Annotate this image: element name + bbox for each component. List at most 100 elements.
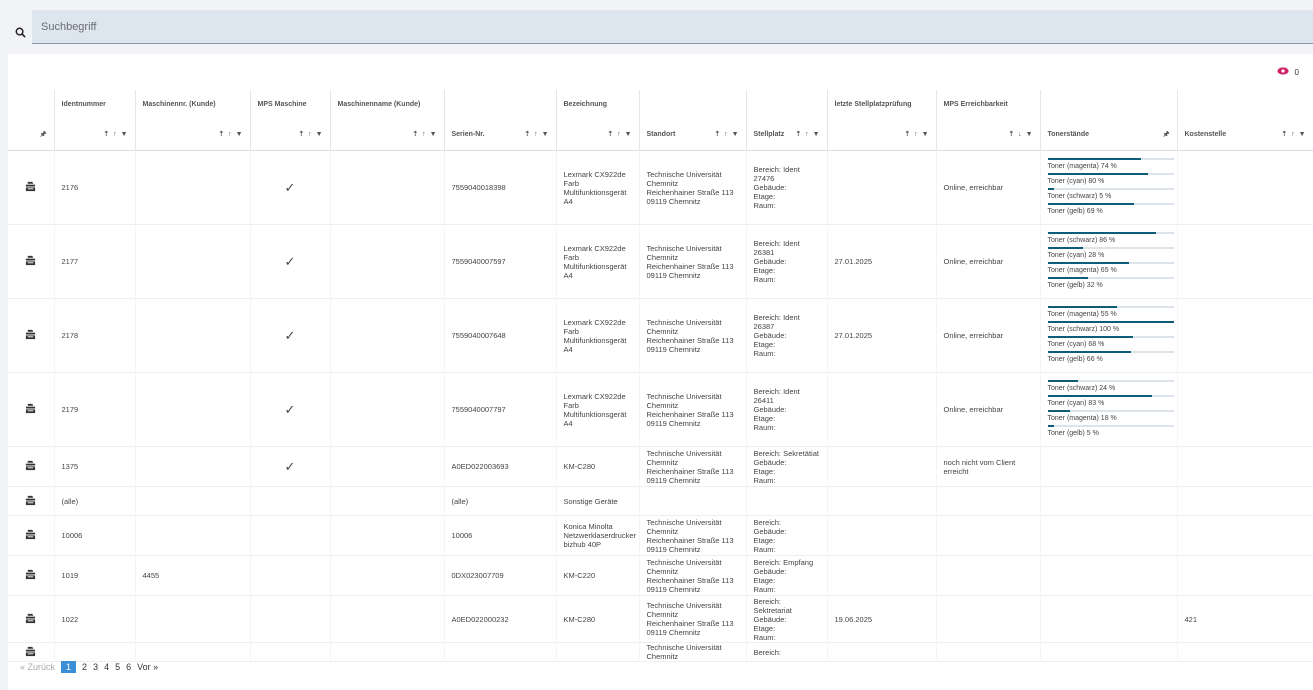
- sort-filter-icon[interactable]: ⇡ ↑ ▼: [1281, 130, 1306, 138]
- pager-page[interactable]: 1: [61, 661, 77, 673]
- col-mname[interactable]: Maschinenname (Kunde) ⇡ ↑ ▼: [330, 90, 445, 151]
- col-lastcheck[interactable]: letzte Stellplatzprüfung ⇡ ↑ ▼: [827, 90, 937, 151]
- col-kst[interactable]: Kostenstelle ⇡ ↑ ▼: [1177, 90, 1313, 151]
- toner-label: Toner (gelb) 69 %: [1047, 207, 1103, 215]
- printer-icon[interactable]: [8, 555, 55, 596]
- toner-label: Toner (schwarz) 5 %: [1047, 192, 1112, 200]
- mname-cell: [330, 446, 445, 487]
- printer-icon[interactable]: [8, 595, 55, 643]
- eye-icon[interactable]: [1276, 67, 1289, 77]
- table-row[interactable]: 2178 ✓ 7559040007648 Lexmark CX922de Farb M…: [8, 298, 1313, 373]
- pager-page[interactable]: 3: [93, 662, 98, 672]
- printer-icon[interactable]: [8, 446, 55, 487]
- sort-filter-icon[interactable]: ⇡ ↑ ▼: [298, 130, 323, 138]
- pager-page[interactable]: 4: [104, 662, 109, 672]
- toner-bar-fill: [1047, 379, 1078, 382]
- pager-page[interactable]: 2: [82, 662, 87, 672]
- printer-icon[interactable]: [8, 372, 55, 447]
- bez-cell: Lexmark CX922de Farb Multifunktionsgerät…: [556, 372, 640, 447]
- sort-filter-icon[interactable]: ⇡ ↑ ▼: [904, 130, 929, 138]
- ident-cell: 2178: [54, 298, 136, 373]
- sort-filter-icon[interactable]: ⇡ ↑ ▼: [714, 130, 739, 138]
- table-row[interactable]: 1022 A0ED022000232 KM-C280 Technische Unive…: [8, 595, 1313, 643]
- sort-filter-icon[interactable]: ⇡ ↑ ▼: [795, 130, 820, 138]
- col-ident[interactable]: Identnummer ⇡ ↑ ▼: [54, 90, 136, 151]
- col-standort[interactable]: Standort ⇡ ↑ ▼: [639, 90, 747, 151]
- printer-icon[interactable]: [8, 298, 55, 373]
- sort-filter-icon[interactable]: ⇡ ↑ ▼: [218, 130, 243, 138]
- toner-bar: [1047, 305, 1174, 308]
- sort-filter-icon[interactable]: ⇡ ↑ ▼: [103, 130, 128, 138]
- table-row[interactable]: 1019 4455 0DX023007709 KM-C220 Technische Un…: [8, 555, 1313, 596]
- toner-cell: Toner (schwarz) 86 % Toner (cyan) 28 % Ton…: [1040, 224, 1178, 299]
- table-row[interactable]: 2179 ✓ 7559040007797 Lexmark CX922de Farb M…: [8, 372, 1313, 447]
- kst-cell: [1177, 486, 1313, 516]
- toner-label: Toner (gelb) 32 %: [1047, 281, 1103, 289]
- printer-icon[interactable]: [8, 224, 55, 299]
- standort-cell: Technische Universität Chemnitz Reichenh…: [639, 515, 747, 556]
- toner-label: Toner (gelb) 66 %: [1047, 355, 1103, 363]
- table-row[interactable]: 2177 ✓ 7559040007597 Lexmark CX922de Farb M…: [8, 224, 1313, 299]
- toner-bar: [1047, 350, 1174, 353]
- col-bez[interactable]: Bezeichnung ⇡ ↑ ▼: [556, 90, 640, 151]
- reach-cell: [936, 642, 1041, 662]
- mname-cell: [330, 486, 445, 516]
- pin-icon[interactable]: 🖈: [1163, 130, 1170, 141]
- col-reach[interactable]: MPS Erreichbarkeit ⇡ ↓ ▼: [936, 90, 1041, 151]
- bez-cell: KM-C280: [556, 595, 640, 643]
- mname-cell: [330, 515, 445, 556]
- printer-icon[interactable]: [8, 642, 55, 662]
- sort-filter-icon[interactable]: ⇡ ↑ ▼: [412, 130, 437, 138]
- lastcheck-cell: [827, 372, 937, 447]
- kst-cell: [1177, 642, 1313, 662]
- col-pin: 🖈: [8, 90, 55, 151]
- toner-bar-fill: [1047, 394, 1153, 397]
- reach-cell: [936, 555, 1041, 596]
- table-row[interactable]: Technische Universität Chemnitz Bereich:: [8, 642, 1313, 662]
- table-row[interactable]: 10006 10006 Konica Minolta Netzwerklaserdr…: [8, 515, 1313, 556]
- col-serial[interactable]: Serien-Nr. ⇡ ↑ ▼: [444, 90, 557, 151]
- mps-check-icon: [250, 642, 331, 662]
- toner-label: Toner (gelb) 5 %: [1047, 429, 1099, 437]
- toner-bar-fill: [1047, 157, 1141, 160]
- toner-bar: [1047, 172, 1174, 175]
- search-icon[interactable]: [8, 10, 32, 44]
- bez-cell: KM-C280: [556, 446, 640, 487]
- mnr-cell: [135, 642, 251, 662]
- serial-cell: 7559040007597: [444, 224, 557, 299]
- table-row[interactable]: 2176 ✓ 7559040018398 Lexmark CX922de Farb M…: [8, 150, 1313, 225]
- table-toolbar: 0: [8, 54, 1313, 90]
- table-row[interactable]: 1375 ✓ A0ED022003693 KM-C280 Technische Univ…: [8, 446, 1313, 487]
- stell-cell: Bereich: Ident 27476 Gebäude: Etage: Rau…: [746, 150, 828, 225]
- table-row[interactable]: (alle) (alle) Sonstige Geräte: [8, 486, 1313, 516]
- col-mps[interactable]: MPS Maschine ⇡ ↑ ▼: [250, 90, 331, 151]
- toner-label: Toner (schwarz) 86 %: [1047, 236, 1116, 244]
- toner-bar-fill: [1047, 261, 1130, 264]
- standort-cell: Technische Universität Chemnitz Reichenh…: [639, 372, 747, 447]
- sort-filter-icon[interactable]: ⇡ ↓ ▼: [1008, 130, 1033, 138]
- col-toner[interactable]: Tonerstände 🖈: [1040, 90, 1178, 151]
- ident-cell: 1375: [54, 446, 136, 487]
- printer-icon[interactable]: [8, 515, 55, 556]
- pager-page[interactable]: 5: [115, 662, 120, 672]
- printer-icon[interactable]: [8, 150, 55, 225]
- search-bar: Suchbegriff: [8, 10, 1313, 44]
- toner-level: Toner (cyan) 83 %: [1047, 394, 1174, 408]
- printer-icon[interactable]: [8, 486, 55, 516]
- toner-label: Toner (magenta) 55 %: [1047, 310, 1117, 318]
- col-stell[interactable]: Stellplatz ⇡ ↑ ▼: [746, 90, 828, 151]
- pager-next[interactable]: Vor »: [137, 662, 158, 672]
- lastcheck-cell: 19.06.2025: [827, 595, 937, 643]
- col-mnr[interactable]: Maschinennr. (Kunde) ⇡ ↑ ▼: [135, 90, 251, 151]
- mnr-cell: 4455: [135, 555, 251, 596]
- pin-icon[interactable]: 🖈: [40, 130, 47, 141]
- toner-bar-fill: [1047, 424, 1054, 427]
- pager-page[interactable]: 6: [126, 662, 131, 672]
- toner-bar: [1047, 424, 1174, 427]
- serial-cell: (alle): [444, 486, 557, 516]
- sort-filter-icon[interactable]: ⇡ ↑ ▼: [524, 130, 549, 138]
- sort-filter-icon[interactable]: ⇡ ↑ ▼: [607, 130, 632, 138]
- pager-prev[interactable]: « Zurück: [20, 662, 55, 672]
- toner-bar-fill: [1047, 172, 1149, 175]
- search-input[interactable]: Suchbegriff: [32, 10, 1313, 44]
